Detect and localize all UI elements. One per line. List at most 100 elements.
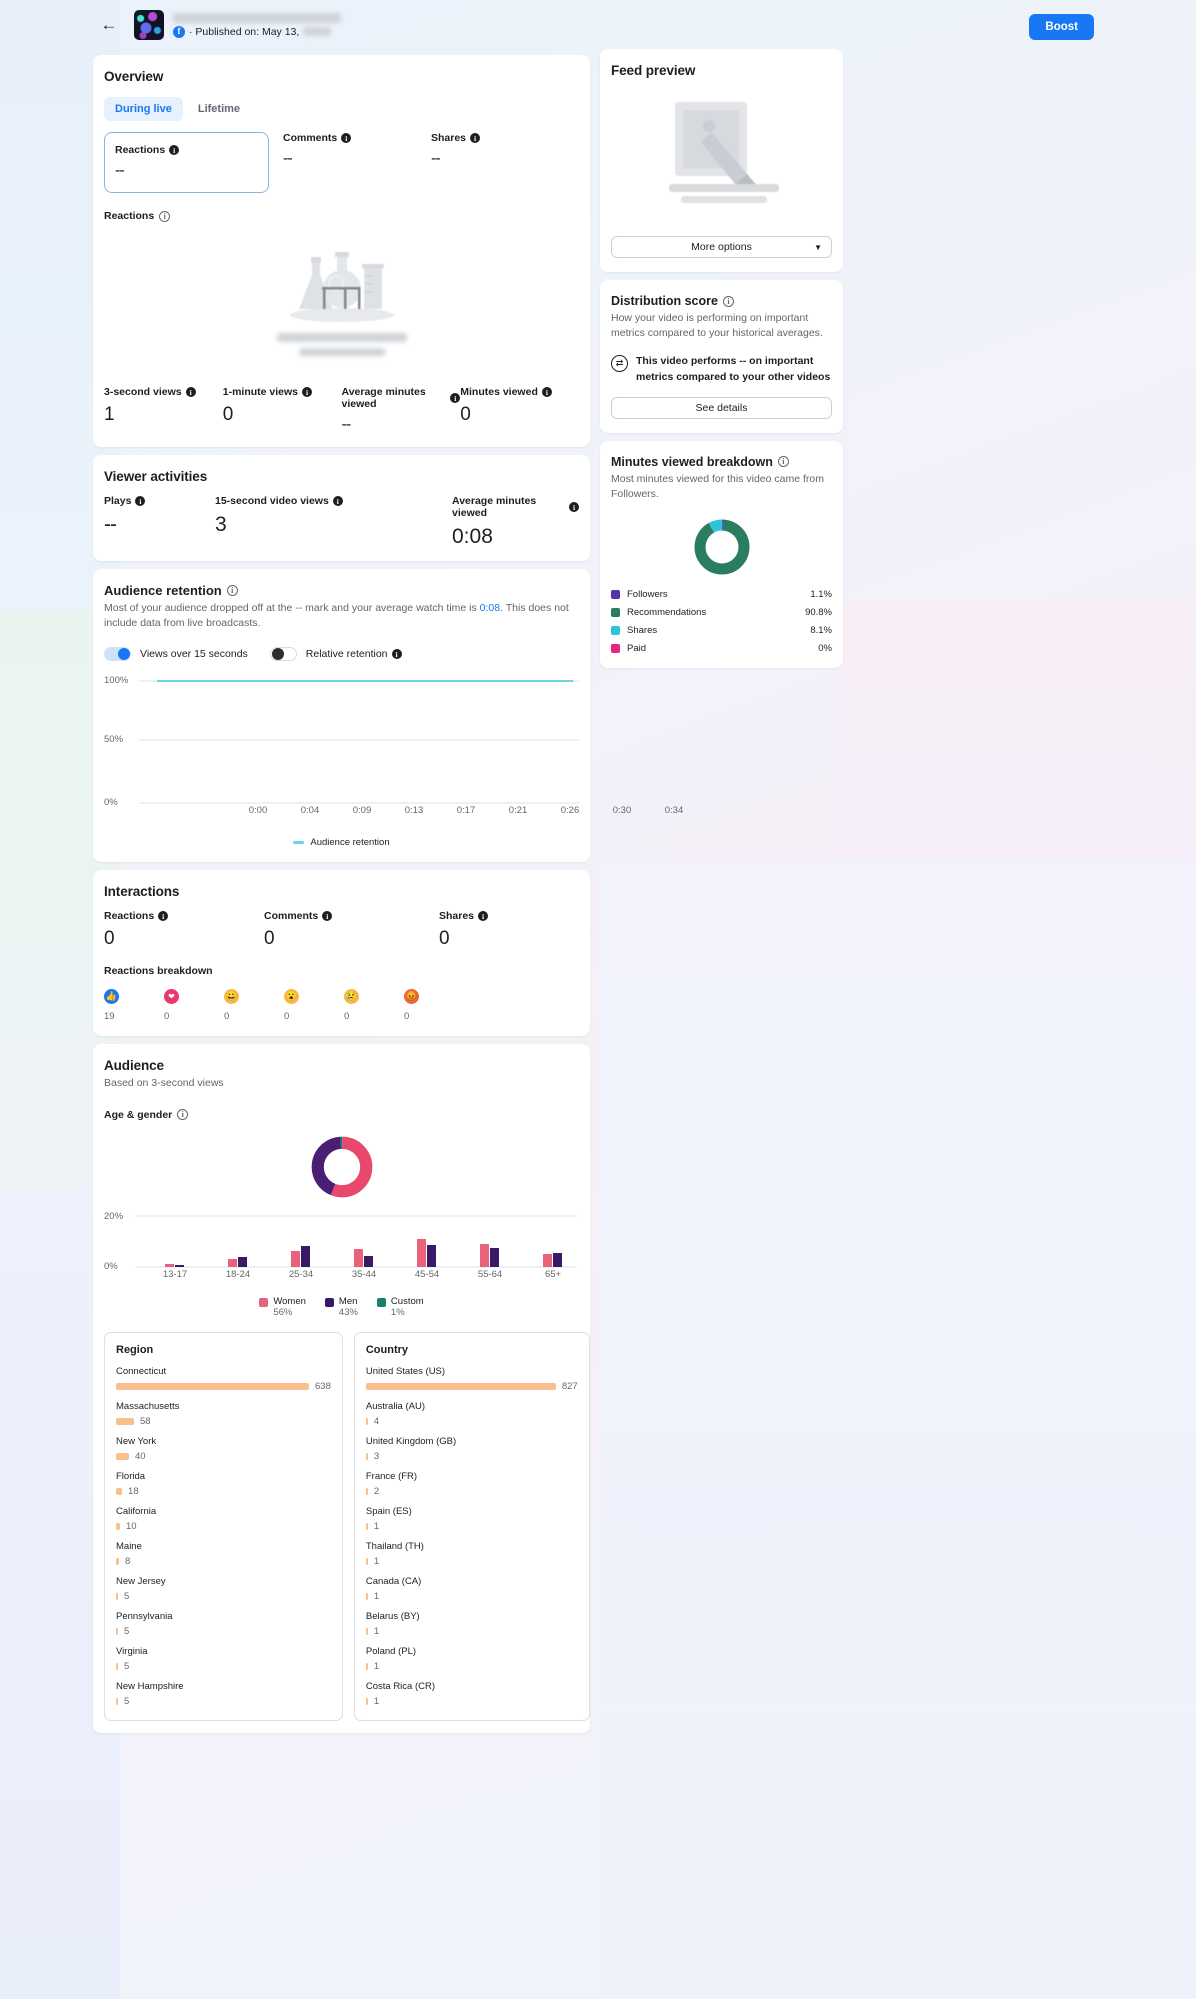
page-header: ← f · Published on: May 13, — [0, 0, 1196, 50]
list-item[interactable]: Connecticut 638 — [116, 1366, 331, 1392]
info-icon[interactable]: i — [332, 496, 343, 506]
x-tick-label: 45-54 — [414, 1268, 440, 1280]
stat-minutes-viewed[interactable]: Minutes viewed i 0 — [460, 386, 579, 433]
info-icon[interactable]: i — [470, 133, 481, 143]
like-icon: 👍 — [104, 989, 119, 1005]
legend-value: 8.1% — [810, 625, 832, 637]
list-item[interactable]: United States (US) 827 — [365, 1366, 578, 1392]
info-icon[interactable]: i — [391, 649, 402, 660]
legend-value: 1.1% — [810, 589, 832, 601]
feed-preview-placeholder — [611, 90, 832, 222]
list-item[interactable]: New Hampshire 5 — [116, 1681, 331, 1707]
legend-item-recommendations: Recommendations 90.8% — [611, 607, 832, 618]
legend-swatch — [611, 608, 620, 618]
list-item[interactable]: Maine 8 — [116, 1541, 331, 1567]
boost-button[interactable]: Boost — [1029, 14, 1094, 40]
info-icon[interactable]: i — [541, 387, 552, 397]
audience-retention-card: Audience retention i Most of your audien… — [93, 569, 683, 863]
tab-during-live[interactable]: During live — [104, 97, 183, 121]
main-column: Overview During live Lifetime Reactions … — [93, 55, 683, 1741]
info-icon[interactable]: i — [226, 585, 238, 596]
legend-item-custom: Custom 1% — [376, 1296, 424, 1318]
list-item[interactable]: New Jersey 5 — [116, 1576, 331, 1602]
reaction-wow: 😮 0 — [284, 989, 344, 1022]
see-details-button[interactable]: See details — [611, 396, 832, 419]
published-label: · Published on: May 13, — [189, 25, 300, 38]
stat-average-minutes-viewed[interactable]: Average minutes viewed i -- — [342, 386, 461, 433]
list-item[interactable]: Spain (ES) 1 — [365, 1506, 578, 1532]
list-item[interactable]: Costa Rica (CR) 1 — [365, 1681, 578, 1707]
stat-shares[interactable]: Shares i 0 — [439, 910, 579, 948]
stat-reactions[interactable]: Reactions i -- — [104, 132, 269, 193]
legend-swatch — [376, 1297, 386, 1307]
stat-reactions[interactable]: Reactions i 0 — [104, 910, 264, 948]
list-item[interactable]: New York 40 — [116, 1436, 331, 1462]
legend-label: Shares — [627, 625, 658, 637]
info-icon[interactable]: i — [322, 911, 333, 922]
post-thumbnail[interactable] — [134, 10, 164, 40]
list-item[interactable]: California 10 — [116, 1506, 331, 1532]
info-icon[interactable]: i — [478, 911, 489, 922]
list-item[interactable]: Pennsylvania 5 — [116, 1611, 331, 1637]
x-tick-label: 0:17 — [456, 805, 476, 817]
stat-shares[interactable]: Shares i -- — [431, 132, 579, 193]
more-options-button[interactable]: More options ▼ — [611, 236, 832, 258]
info-icon[interactable]: i — [450, 393, 461, 403]
info-icon[interactable]: i — [302, 387, 313, 397]
info-icon[interactable]: i — [777, 456, 789, 468]
info-icon[interactable]: i — [722, 295, 734, 307]
x-tick-label: 13-17 — [162, 1268, 188, 1280]
retention-plot — [139, 680, 579, 804]
x-tick-label: 65+ — [544, 1268, 562, 1280]
list-item[interactable]: Poland (PL) 1 — [365, 1646, 578, 1672]
stat-comments[interactable]: Comments i -- — [283, 132, 431, 193]
info-icon[interactable]: i — [341, 133, 352, 143]
stat-15-second-video-views[interactable]: 15-second video views i 3 — [215, 495, 452, 547]
toggle-views-over-15-seconds[interactable] — [104, 647, 131, 662]
info-icon[interactable]: i — [569, 502, 579, 512]
info-icon[interactable]: i — [169, 145, 180, 155]
stat-comments[interactable]: Comments i 0 — [264, 910, 439, 948]
reaction-count: 0 — [404, 1011, 410, 1023]
back-arrow-icon[interactable]: ← — [98, 14, 120, 36]
info-icon[interactable]: i — [177, 1109, 189, 1121]
stat-plays[interactable]: Plays i -- — [104, 495, 215, 547]
legend-swatch — [611, 590, 620, 600]
stat-label: Plays i — [104, 495, 215, 507]
list-item[interactable]: Virginia 5 — [116, 1646, 331, 1672]
interactions-title: Interactions — [104, 884, 180, 900]
stat-value: 0 — [439, 928, 450, 950]
list-item[interactable]: Thailand (TH) 1 — [365, 1541, 578, 1567]
legend-item-paid: Paid 0% — [611, 643, 832, 654]
list-item[interactable]: France (FR) 2 — [365, 1471, 578, 1497]
list-item[interactable]: Florida 18 — [116, 1471, 331, 1497]
info-icon[interactable]: i — [185, 387, 196, 397]
info-icon[interactable]: i — [135, 496, 146, 506]
stat-1-minute-views[interactable]: 1-minute views i 0 — [223, 386, 342, 433]
post-title-redacted — [173, 12, 341, 23]
age-gender-bar-chart: 20% 0% 13-17 18-24 25-34 35-44 45-54 55-… — [104, 1211, 579, 1286]
info-icon[interactable]: i — [158, 911, 169, 922]
stat-label: 15-second video views i — [215, 495, 452, 507]
distribution-score-title: Distribution score i — [611, 294, 832, 308]
list-item[interactable]: Massachusetts 58 — [116, 1401, 331, 1427]
toggle-relative-retention[interactable] — [269, 647, 297, 662]
tab-lifetime[interactable]: Lifetime — [187, 97, 251, 121]
region-table: Region Connecticut 638 Massachusetts 58 … — [104, 1331, 343, 1721]
stat-value: -- — [341, 416, 352, 433]
avg-watch-time-link[interactable]: 0:08 — [480, 602, 500, 614]
y-tick-label: 20% — [104, 1210, 124, 1222]
x-tick-label: 0:21 — [508, 805, 528, 817]
minutes-viewed-donut — [611, 518, 832, 576]
stat-3-second-views[interactable]: 3-second views i 1 — [104, 386, 223, 433]
stat-avg-minutes-viewed[interactable]: Average minutes viewed i 0:08 — [452, 495, 579, 547]
legend-swatch — [611, 644, 620, 654]
donut-chart — [693, 519, 750, 575]
list-item[interactable]: Belarus (BY) 1 — [365, 1611, 578, 1637]
info-icon[interactable]: i — [159, 210, 171, 222]
list-item[interactable]: Canada (CA) 1 — [365, 1576, 578, 1602]
list-item[interactable]: Australia (AU) 4 — [365, 1401, 578, 1427]
minutes-viewed-card: Minutes viewed breakdown i Most minutes … — [600, 440, 843, 669]
list-item[interactable]: United Kingdom (GB) 3 — [365, 1436, 578, 1462]
stat-value: -- — [104, 513, 117, 536]
